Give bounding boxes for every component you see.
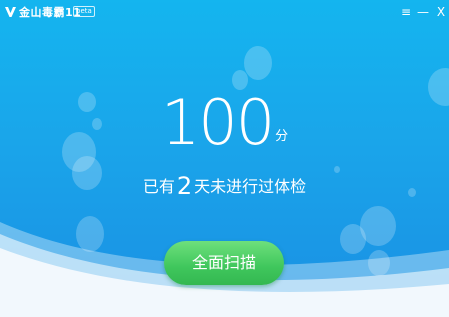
title-bar: 金山毒霸11 beta ≡ — X — [0, 0, 449, 24]
status-prefix: 已有 — [142, 177, 175, 196]
app-title: 金山毒霸11 — [19, 6, 82, 19]
close-button[interactable]: X — [431, 2, 449, 22]
checkup-status: 已有2 天未进行过体检 — [0, 170, 449, 200]
status-suffix: 天未进行过体检 — [194, 177, 307, 196]
app-window: 金山毒霸11 beta ≡ — X 100 分 已有2 天未进行过体检 全面扫描 — [0, 0, 449, 317]
kingsoft-logo-icon — [5, 7, 16, 17]
score-value: 100 — [160, 86, 275, 159]
minimize-button[interactable]: — — [413, 2, 433, 22]
score-unit: 分 — [275, 129, 289, 144]
status-days: 2 — [176, 172, 193, 200]
beta-badge: beta — [73, 6, 95, 17]
health-score: 100 分 — [0, 92, 449, 154]
full-scan-button[interactable]: 全面扫描 — [164, 241, 284, 285]
